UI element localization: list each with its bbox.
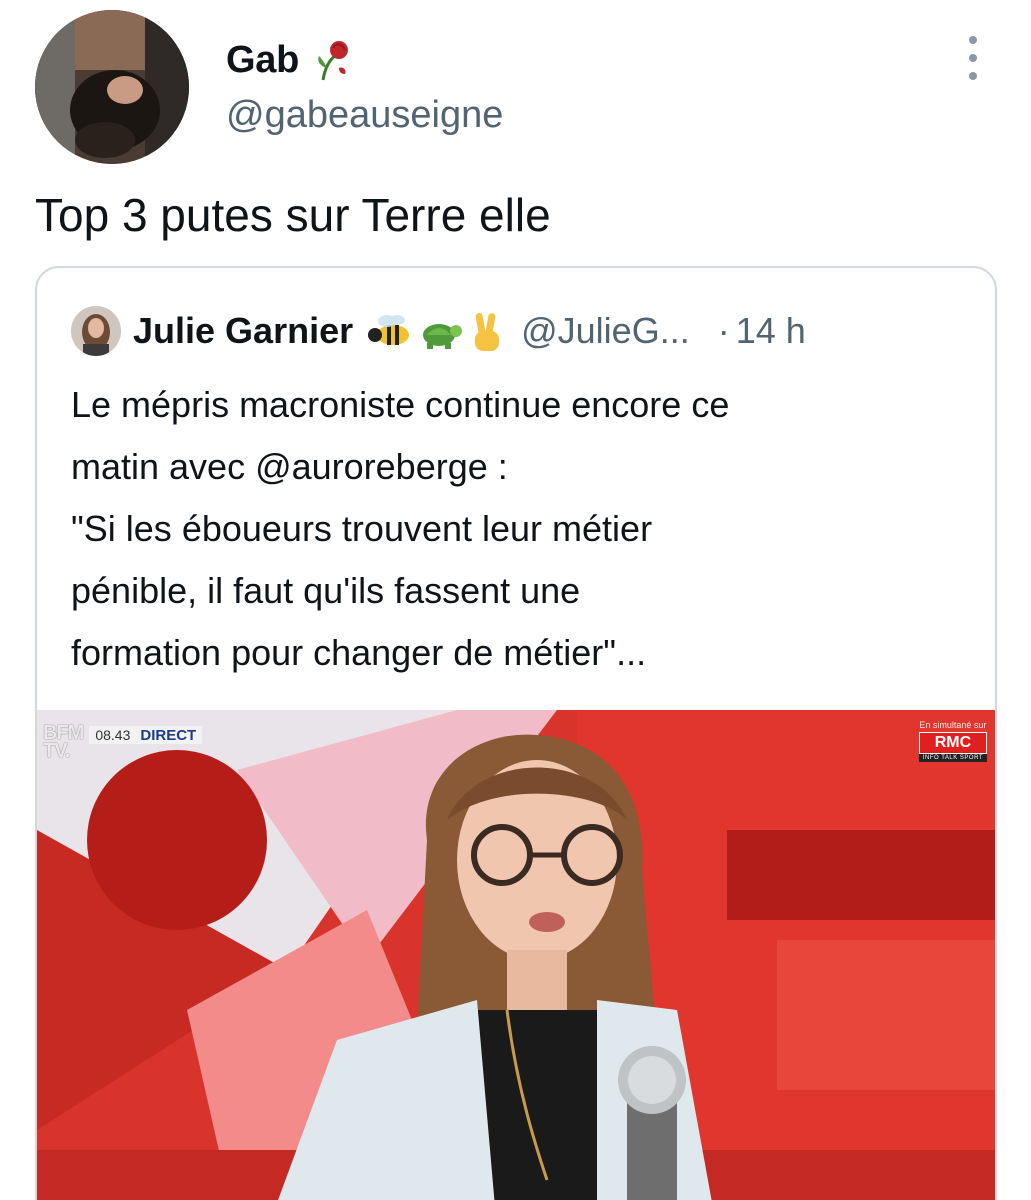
live-label: DIRECT xyxy=(140,726,197,744)
quoted-tweet-line: pénible, il faut qu'ils fassent une xyxy=(71,570,581,611)
more-options-icon[interactable] xyxy=(958,36,988,80)
broadcast-clock: 08.43 xyxy=(95,727,131,743)
quoted-tweet-header: Julie Garnier @JulieG... · 14 h xyxy=(71,306,806,356)
tv-broadcast-photo xyxy=(37,710,995,1200)
simulcast-badge: En simultané sur RMC INFO TALK SPORT xyxy=(918,720,987,762)
avatar-photo xyxy=(71,306,121,356)
simulcast-label: En simultané sur xyxy=(919,720,987,730)
avatar-photo xyxy=(35,10,189,164)
quoted-author-handle[interactable]: @JulieG... xyxy=(521,310,690,352)
quoted-tweet-line: "Si les éboueurs trouvent leur métier xyxy=(71,508,653,549)
wilted-rose-emoji-icon xyxy=(318,41,349,81)
author-handle[interactable]: @gabeauseigne xyxy=(226,94,503,137)
turtle-emoji-icon xyxy=(423,324,463,349)
quoted-tweet-timestamp[interactable]: 14 h xyxy=(736,310,806,352)
author-name-row[interactable]: Gab xyxy=(226,38,353,82)
quoted-author-emojis xyxy=(363,309,507,353)
rmc-tagline: INFO TALK SPORT xyxy=(918,754,987,762)
dot xyxy=(969,72,977,80)
quoted-tweet-media[interactable]: BFM TV. 08.43 DIRECT En simultané sur RM… xyxy=(37,710,995,1200)
author-avatar[interactable] xyxy=(35,10,189,164)
quoted-tweet-line: matin avec @auroreberge : xyxy=(71,446,508,487)
quoted-tweet-line: Le mépris macroniste continue encore ce xyxy=(71,384,730,425)
bee-emoji-icon xyxy=(368,315,410,345)
channel-badge: BFM TV. 08.43 DIRECT xyxy=(43,722,203,762)
dot xyxy=(969,36,977,44)
victory-hand-emoji-icon xyxy=(475,313,500,351)
quoted-author-avatar[interactable] xyxy=(71,306,121,356)
separator-dot: · xyxy=(717,310,730,351)
channel-logo: BFM TV. xyxy=(43,722,84,762)
rmc-logo: RMC xyxy=(918,732,987,754)
dot xyxy=(969,54,977,62)
quoted-tweet-card[interactable]: Julie Garnier @JulieG... · 14 h Le mépri… xyxy=(35,266,997,1200)
quoted-tweet-line: formation pour changer de métier"... xyxy=(71,632,647,673)
live-ticker: 08.43 DIRECT xyxy=(89,726,203,744)
tweet-text: Top 3 putes sur Terre elle xyxy=(35,189,551,241)
quoted-author-name[interactable]: Julie Garnier xyxy=(133,310,353,352)
quoted-tweet-text: Le mépris macroniste continue encore ce … xyxy=(71,374,971,684)
author-name[interactable]: Gab xyxy=(226,39,299,82)
